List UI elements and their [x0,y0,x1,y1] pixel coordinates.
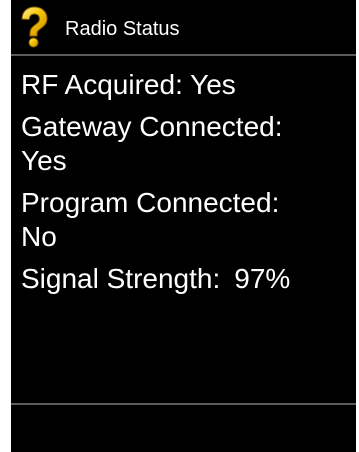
rf-acquired-row: RF Acquired: Yes [21,68,351,102]
signal-strength-row: Signal Strength: 97% [21,262,351,296]
status-list: RF Acquired: Yes Gateway Connected: Yes … [21,68,351,304]
header-bar: Radio Status [11,0,356,54]
program-connected-label: Program Connected: [21,187,280,218]
signal-strength-line: Signal Strength: 97% [21,262,351,296]
signal-strength-value: 97% [234,263,291,294]
question-mark-icon[interactable] [17,6,51,48]
header-title: Radio Status [65,18,180,40]
gateway-connected-value: Yes [21,145,67,176]
program-connected-value: No [21,221,57,252]
header-divider [11,54,356,56]
signal-strength-label: Signal Strength: [21,263,221,294]
program-connected-row: Program Connected: No [21,186,351,254]
radio-status-screen: Radio Status RF Acquired: Yes Gateway Co… [11,0,356,452]
gateway-connected-row: Gateway Connected: Yes [21,110,351,178]
gateway-connected-label: Gateway Connected: [21,111,283,142]
footer-bar [11,405,356,452]
rf-acquired-text: RF Acquired: Yes [21,69,236,100]
